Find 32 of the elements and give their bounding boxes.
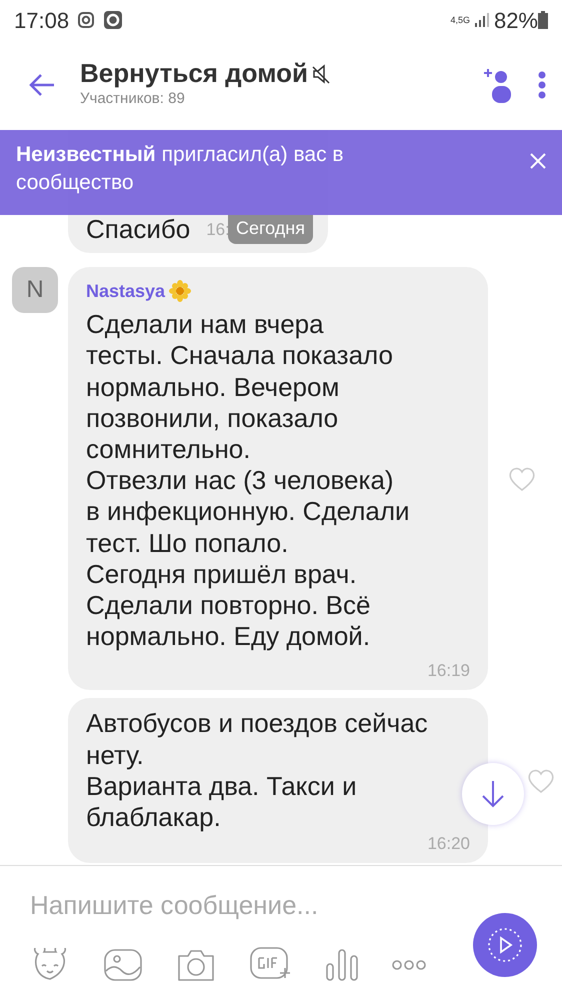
play-icon xyxy=(485,925,525,965)
network-type: 4,5G xyxy=(450,16,470,24)
more-options-button[interactable] xyxy=(538,71,546,99)
message-input[interactable]: Напишите сообщение... xyxy=(30,886,430,925)
sender-name: Nastasya xyxy=(86,280,166,304)
message-text: Автобусов и поездов сейчас нету. Варианта два. Такси и блаблакар. xyxy=(86,708,429,834)
flower-icon xyxy=(169,280,192,302)
more-icon[interactable] xyxy=(392,960,426,970)
invite-notice: Неизвестный пригласил(а) вас в сообщество xyxy=(16,142,345,196)
gallery-icon[interactable] xyxy=(104,949,142,981)
member-count: Участников: 89 xyxy=(80,89,186,110)
chat-title: Вернуться домой xyxy=(80,59,308,88)
message-text: Спасибо xyxy=(86,214,190,246)
message-time: 16:20 xyxy=(427,834,470,854)
clock: 17:08 xyxy=(14,6,70,34)
like-icon[interactable] xyxy=(508,466,536,492)
camera-app-icon xyxy=(77,11,96,29)
like-icon[interactable] xyxy=(527,768,555,794)
signal-icon xyxy=(474,12,490,28)
date-label: Сегодня xyxy=(228,215,313,244)
app-icon xyxy=(103,10,124,30)
message-time: 16: xyxy=(206,218,230,241)
scroll-down-button[interactable] xyxy=(462,763,524,825)
voice-message-icon[interactable] xyxy=(326,948,358,982)
message-text: Сделали нам вчера тесты. Сначала показало нормально. Вечером позвонили, показало сомнительно. Отвезли нас (3 человека) в инфекционную. Сделали тест. Шо попало. Сегодня пришёл врач. Сделали повторно. Всё нормально. Еду домой. xyxy=(86,309,411,652)
back-button[interactable] xyxy=(28,72,56,98)
battery-icon xyxy=(538,11,548,29)
battery-level: 82% xyxy=(494,6,538,34)
avatar[interactable]: N xyxy=(12,267,58,314)
camera-icon[interactable] xyxy=(176,948,216,982)
add-participant-button[interactable] xyxy=(482,66,514,104)
message-time: 16:19 xyxy=(427,661,470,680)
